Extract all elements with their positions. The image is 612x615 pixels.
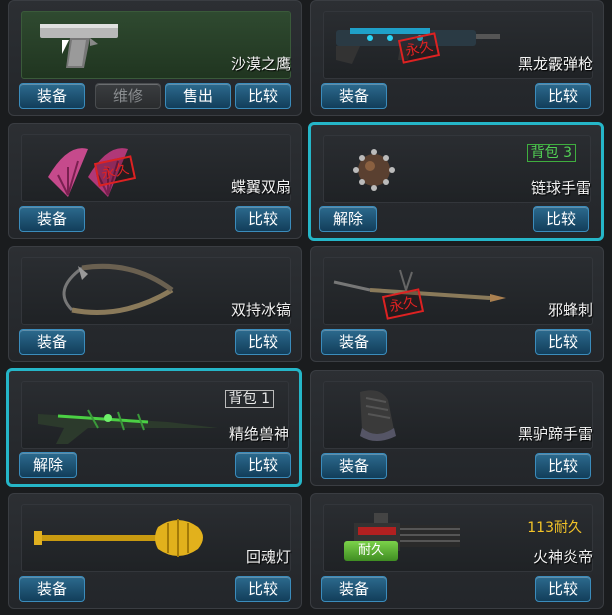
item-card-desert-eagle[interactable]: 沙漠之鹰 装备 维修 售出 比较	[8, 0, 302, 116]
compare-button[interactable]: 比较	[535, 83, 591, 109]
equip-button[interactable]: 装备	[19, 206, 85, 232]
compare-button[interactable]: 比较	[533, 206, 589, 232]
sell-button[interactable]: 售出	[165, 83, 231, 109]
backpack-tag: 背包 1	[224, 390, 274, 408]
item-name: 链球手雷	[530, 179, 591, 197]
item-name: 黑龙霰弹枪	[517, 55, 593, 73]
equip-button[interactable]: 装备	[321, 453, 387, 479]
equip-button[interactable]: 装备	[19, 83, 85, 109]
desert-eagle-pistol-icon	[40, 24, 118, 68]
ice-axes-icon	[62, 263, 174, 315]
item-name: 精绝兽神	[228, 425, 289, 443]
compare-button[interactable]: 比较	[235, 576, 291, 602]
unequip-button[interactable]: 解除	[319, 206, 377, 232]
golden-lamp-mace-icon	[34, 519, 203, 557]
item-name: 沙漠之鹰	[230, 55, 291, 73]
item-name: 邪蜂刺	[547, 301, 593, 319]
item-name: 蝶翼双扇	[230, 178, 291, 196]
hoof-grenade-icon	[360, 390, 396, 441]
equip-button[interactable]: 装备	[321, 576, 387, 602]
compare-button[interactable]: 比较	[535, 453, 591, 479]
unequip-button[interactable]: 解除	[19, 452, 77, 478]
item-card-soul-lamp[interactable]: 回魂灯 装备 比较	[8, 493, 302, 609]
repair-button[interactable]: 维修	[95, 83, 161, 109]
equip-button[interactable]: 装备	[19, 576, 85, 602]
item-name: 回魂灯	[245, 548, 291, 566]
backpack-tag: 背包 3	[526, 144, 576, 162]
item-card-butterfly-fans[interactable]: 永久 蝶翼双扇 装备 比较	[8, 123, 302, 239]
compare-button[interactable]: 比较	[535, 329, 591, 355]
equip-button[interactable]: 装备	[321, 83, 387, 109]
item-card-evil-bee-sting[interactable]: 永久 邪蜂刺 装备 比较	[310, 246, 604, 362]
item-name: 黑驴蹄手雷	[517, 425, 593, 443]
item-card-dual-ice-axes[interactable]: 双持冰镐 装备 比较	[8, 246, 302, 362]
item-card-black-hoof-grenade[interactable]: 黑驴蹄手雷 装备 比较	[310, 370, 604, 486]
mouse-cursor-icon	[62, 40, 69, 54]
compare-button[interactable]: 比较	[235, 206, 291, 232]
compare-button[interactable]: 比较	[235, 329, 291, 355]
item-card-black-dragon-shotgun[interactable]: 永久 黑龙霰弹枪 装备 比较	[310, 0, 604, 116]
compare-button[interactable]: 比较	[535, 576, 591, 602]
item-card-jingjue-beast-god[interactable]: 背包 1 精绝兽神 解除 比较	[6, 368, 302, 487]
item-card-chain-ball-grenade[interactable]: 背包 3 链球手雷 解除 比较	[308, 122, 604, 241]
equip-button[interactable]: 装备	[321, 329, 387, 355]
durability-text: 113耐久	[527, 520, 582, 536]
compare-button[interactable]: 比较	[235, 83, 291, 109]
gatling-gun-icon	[354, 513, 460, 551]
inventory-grid: 沙漠之鹰 装备 维修 售出 比较 永久 黑龙霰弹枪 装备 比较 永久 蝶翼双扇 …	[0, 0, 612, 615]
item-name: 双持冰镐	[230, 301, 291, 319]
rifle-icon	[38, 409, 218, 444]
item-card-vulcan-fire-emperor[interactable]: 耐久 113耐久 火神炎帝 装备 比较	[310, 493, 604, 609]
item-name: 火神炎帝	[532, 548, 593, 566]
spiked-ball-grenade-icon	[353, 149, 395, 191]
durability-badge: 耐久	[344, 541, 398, 561]
compare-button[interactable]: 比较	[235, 452, 291, 478]
equip-button[interactable]: 装备	[19, 329, 85, 355]
